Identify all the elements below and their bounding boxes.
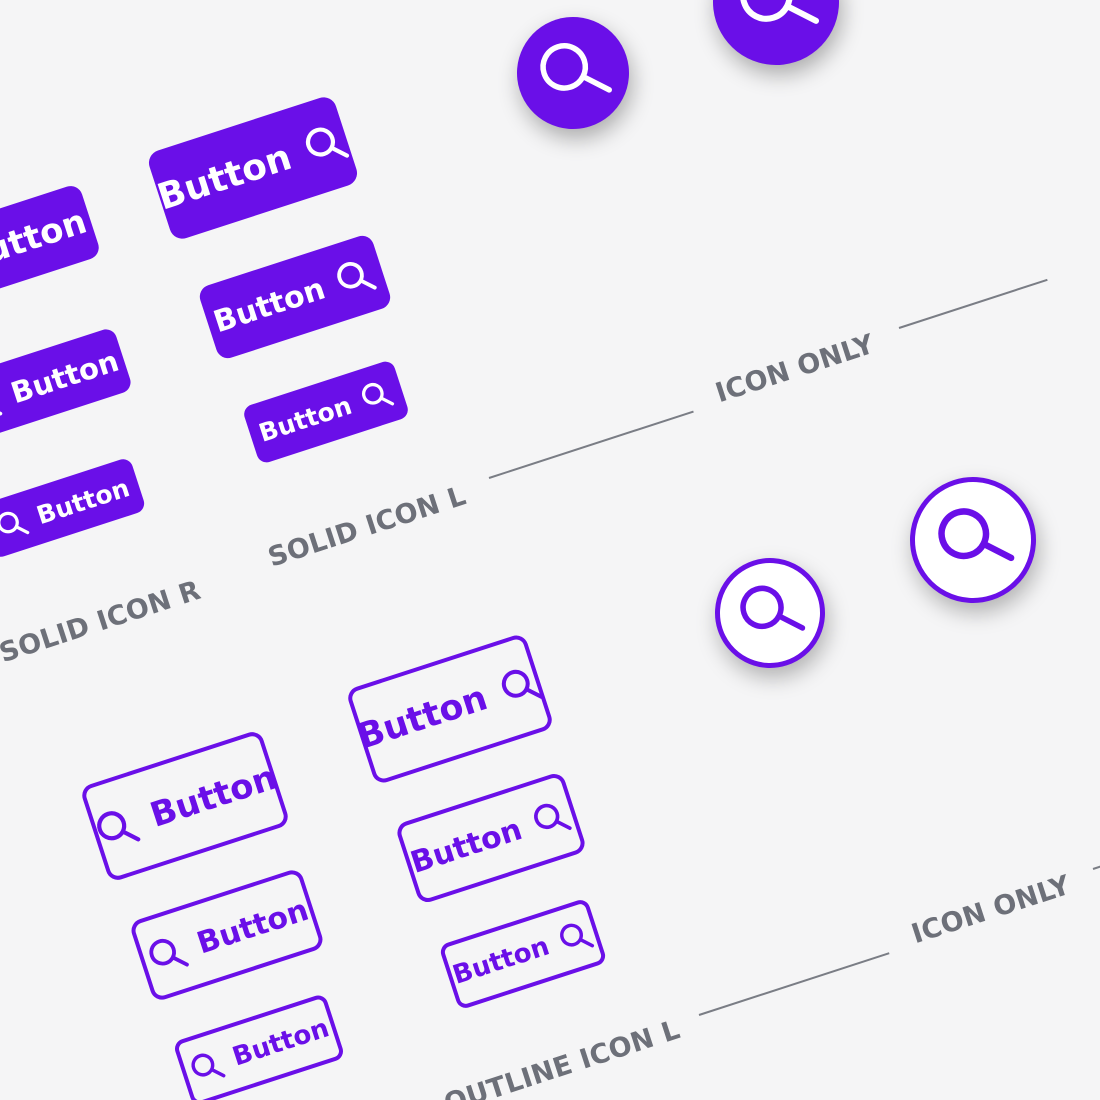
section-label-icon-only-outline: ICON ONLY (907, 869, 1075, 951)
search-icon (721, 0, 831, 58)
button-label: Button (406, 811, 527, 881)
search-icon (523, 22, 623, 124)
outline-icon-only-button-medium[interactable] (700, 543, 840, 683)
button-label: Button (352, 678, 493, 758)
search-icon (0, 503, 33, 546)
section-label-outline-icon-l: OUTLINE ICON L (440, 1014, 684, 1100)
canvas: Button Button Button Button Button Butto… (0, 0, 1100, 1100)
solid-button-icon-right-large[interactable]: Button (0, 182, 102, 318)
search-icon (552, 914, 597, 959)
divider (898, 278, 1048, 329)
outline-icon-only-button-large[interactable] (893, 460, 1053, 620)
solid-button-icon-left-large[interactable]: Button (145, 93, 361, 243)
section-label-icon-only-solid: ICON ONLY (711, 328, 879, 410)
outline-button-icon-right-small[interactable]: Button (438, 897, 608, 1011)
button-label: Button (145, 757, 282, 836)
solid-button-icon-right-medium[interactable]: Button (0, 326, 134, 444)
search-icon (921, 486, 1026, 593)
search-icon (355, 374, 398, 417)
search-icon (140, 928, 193, 981)
outline-button-icon-right-large[interactable]: Button (345, 632, 555, 786)
outline-button-icon-left-medium[interactable]: Button (128, 867, 326, 1003)
solid-icon-only-button-large[interactable] (502, 2, 644, 144)
outline-button-icon-left-small[interactable]: Button (172, 992, 346, 1100)
button-label: Button (255, 390, 356, 448)
search-icon (296, 116, 354, 174)
search-icon (0, 379, 7, 429)
solid-button-icon-left-small[interactable]: Button (241, 359, 411, 465)
search-icon (493, 658, 548, 713)
button-label: Button (6, 343, 123, 411)
outline-button-icon-right-medium[interactable]: Button (394, 770, 588, 906)
search-icon (184, 1044, 229, 1089)
section-label-solid-icon-l: SOLID ICON L (264, 480, 470, 574)
button-label: Button (192, 892, 313, 962)
solid-button-icon-right-small[interactable]: Button (0, 456, 147, 560)
search-icon (329, 251, 382, 304)
button-label: Button (228, 1013, 333, 1073)
divider (698, 952, 890, 1016)
button-label: Button (152, 136, 297, 219)
solid-button-icon-left-medium[interactable]: Button (196, 232, 394, 362)
search-icon (87, 799, 145, 857)
divider (488, 410, 694, 479)
button-label: Button (209, 270, 330, 340)
button-label: Button (0, 201, 92, 280)
button-label: Button (449, 931, 554, 991)
section-label-solid-icon-r: SOLID ICON R (0, 574, 205, 670)
search-icon (526, 793, 576, 843)
search-icon (725, 567, 814, 659)
outline-button-icon-left-large[interactable]: Button (79, 729, 291, 883)
solid-icon-only-button-extra[interactable] (696, 0, 856, 82)
button-label: Button (32, 472, 133, 530)
divider (1092, 861, 1100, 870)
